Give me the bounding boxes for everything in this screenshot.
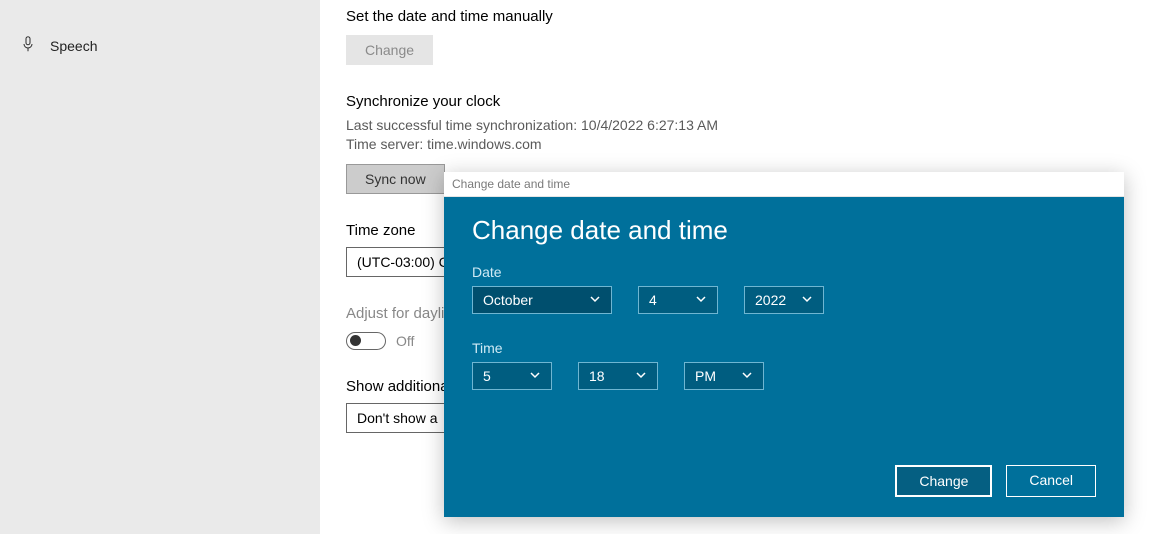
sidebar-item-label: Speech bbox=[50, 38, 97, 54]
chevron-down-icon bbox=[801, 292, 813, 308]
minute-dropdown[interactable]: 18 bbox=[578, 362, 658, 390]
chevron-down-icon bbox=[589, 292, 601, 308]
dialog-cancel-button[interactable]: Cancel bbox=[1006, 465, 1096, 497]
day-value: 4 bbox=[649, 292, 657, 308]
ampm-dropdown[interactable]: PM bbox=[684, 362, 764, 390]
hour-value: 5 bbox=[483, 368, 491, 384]
date-row: October 4 2022 bbox=[472, 286, 1096, 314]
minute-value: 18 bbox=[589, 368, 605, 384]
manual-date-title: Set the date and time manually bbox=[346, 8, 1154, 25]
dialog-body: Change date and time Date October 4 2022… bbox=[444, 197, 1124, 517]
timezone-select[interactable]: (UTC-03:00) C bbox=[346, 247, 460, 277]
chevron-down-icon bbox=[741, 368, 753, 384]
dialog-change-button[interactable]: Change bbox=[895, 465, 992, 497]
settings-sidebar: Speech bbox=[0, 0, 320, 534]
additional-clocks-value: Don't show a bbox=[357, 410, 438, 426]
settings-window: Speech Set the date and time manually Ch… bbox=[0, 0, 1154, 534]
dialog-window-title: Change date and time bbox=[444, 172, 1124, 197]
time-row: 5 18 PM bbox=[472, 362, 1096, 390]
sync-last-text: Last successful time synchronization: 10… bbox=[346, 116, 1154, 135]
change-date-button: Change bbox=[346, 35, 433, 65]
ampm-value: PM bbox=[695, 368, 716, 384]
date-label: Date bbox=[472, 264, 1096, 280]
sync-server-text: Time server: time.windows.com bbox=[346, 135, 1154, 154]
mic-icon bbox=[20, 36, 36, 55]
chevron-down-icon bbox=[529, 368, 541, 384]
month-value: October bbox=[483, 292, 533, 308]
change-date-time-dialog: Change date and time Change date and tim… bbox=[444, 172, 1124, 517]
dialog-footer: Change Cancel bbox=[472, 465, 1096, 497]
time-label: Time bbox=[472, 340, 1096, 356]
dialog-heading: Change date and time bbox=[472, 215, 1096, 246]
year-dropdown[interactable]: 2022 bbox=[744, 286, 824, 314]
dst-toggle[interactable] bbox=[346, 332, 386, 350]
sync-clock-title: Synchronize your clock bbox=[346, 93, 1154, 110]
sidebar-item-speech[interactable]: Speech bbox=[0, 28, 320, 63]
year-value: 2022 bbox=[755, 292, 786, 308]
additional-clocks-select[interactable]: Don't show a bbox=[346, 403, 449, 433]
month-dropdown[interactable]: October bbox=[472, 286, 612, 314]
dst-state: Off bbox=[396, 333, 414, 349]
day-dropdown[interactable]: 4 bbox=[638, 286, 718, 314]
sync-now-button[interactable]: Sync now bbox=[346, 164, 445, 194]
timezone-value: (UTC-03:00) C bbox=[357, 254, 449, 270]
toggle-knob bbox=[350, 335, 361, 346]
hour-dropdown[interactable]: 5 bbox=[472, 362, 552, 390]
chevron-down-icon bbox=[695, 292, 707, 308]
chevron-down-icon bbox=[635, 368, 647, 384]
